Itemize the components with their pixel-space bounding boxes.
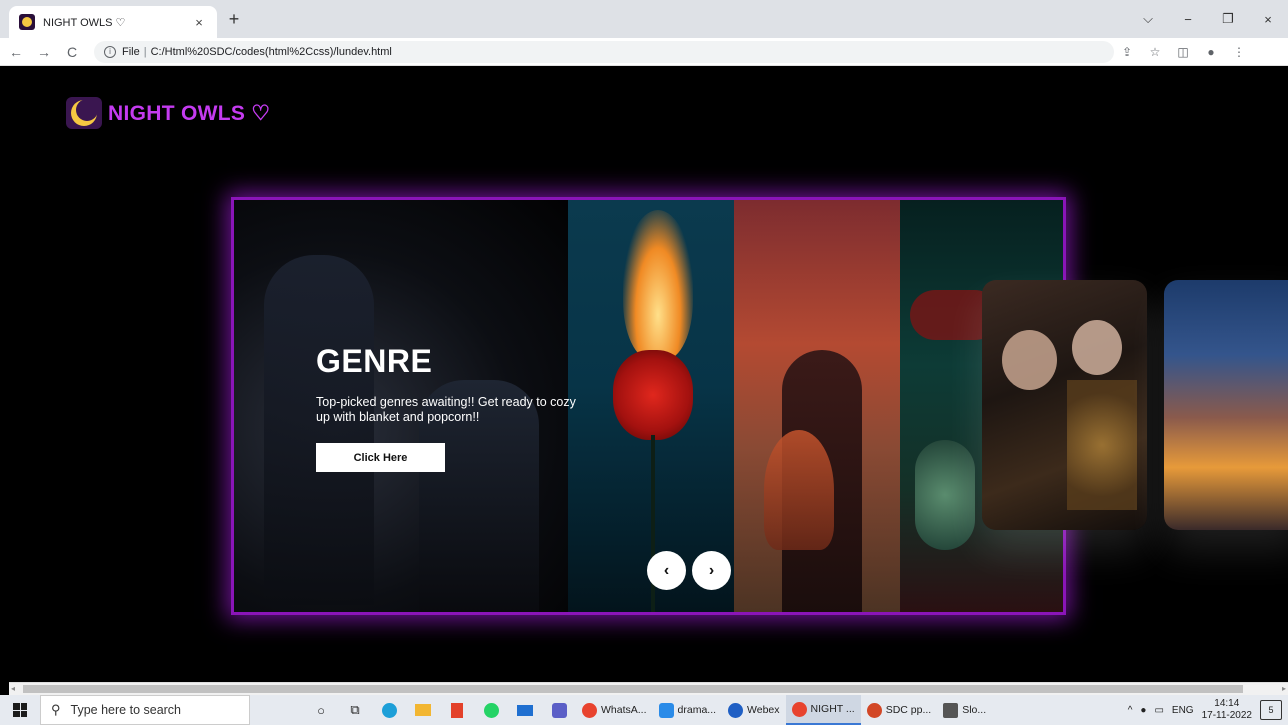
horizontal-scrollbar[interactable]: ◂ ▸ <box>9 682 1288 695</box>
system-tray: ^ ● ▭ ENG 14:14 17-11-2022 5 <box>1128 695 1288 725</box>
file-explorer-icon[interactable] <box>406 695 440 725</box>
microphone-icon[interactable]: ● <box>1140 705 1146 716</box>
favicon-icon <box>19 14 35 30</box>
taskbar-app-webex[interactable]: Webex <box>722 695 786 725</box>
notification-icon[interactable]: 5 <box>1260 700 1282 720</box>
taskbar-apps: ○ ⧉ WhatsA... drama... Webex NIGHT ... S… <box>304 695 992 725</box>
hero-description: Top-picked genres awaiting!! Get ready t… <box>316 395 576 424</box>
url-input[interactable]: i File | C:/Html%20SDC/codes(html%2Ccss)… <box>94 40 1114 63</box>
slide-image-romance <box>734 200 900 612</box>
share-icon[interactable]: ⇪ <box>1118 45 1136 59</box>
back-button[interactable]: ← <box>4 44 28 60</box>
slider-arrows: ‹ › <box>647 551 731 590</box>
taskbar-app-powerpoint[interactable]: SDC pp... <box>861 695 938 725</box>
taskbar-app-vscode[interactable]: drama... <box>653 695 723 725</box>
powerpoint-icon <box>866 702 882 718</box>
clock[interactable]: 14:14 17-11-2022 <box>1202 698 1252 722</box>
task-view-icon[interactable]: ⧉ <box>338 695 372 725</box>
menu-icon[interactable]: ⋮ <box>1230 45 1248 59</box>
site-logo[interactable]: NIGHT OWLS ♡ <box>66 97 270 129</box>
window-controls: ⌵ − ❐ × <box>1128 0 1288 38</box>
url-separator: | <box>143 45 147 58</box>
tray-chevron-icon[interactable]: ^ <box>1128 705 1133 716</box>
reload-button[interactable]: C <box>60 44 84 60</box>
cortana-icon[interactable]: ○ <box>304 695 338 725</box>
owl-moon-icon <box>66 97 102 129</box>
taskbar-app-label: WhatsA... <box>601 704 647 716</box>
language-indicator[interactable]: ENG <box>1172 705 1194 716</box>
windows-logo-icon <box>13 703 27 717</box>
taskbar-app-label: SDC pp... <box>885 704 932 716</box>
clock-time: 14:14 <box>1214 698 1240 709</box>
start-button[interactable] <box>0 695 40 725</box>
webex-icon <box>728 702 744 718</box>
scroll-left-icon[interactable]: ◂ <box>11 684 15 693</box>
sidebar-icon[interactable]: ◫ <box>1174 45 1192 59</box>
tab-title: NIGHT OWLS ♡ <box>43 16 126 29</box>
scroll-right-icon[interactable]: ▸ <box>1282 684 1286 693</box>
scrollbar-thumb[interactable] <box>23 685 1243 693</box>
profile-icon[interactable]: ● <box>1202 45 1220 59</box>
url-text: C:/Html%20SDC/codes(html%2Ccss)/lundev.h… <box>150 45 392 58</box>
teams-icon[interactable] <box>542 695 576 725</box>
chrome-icon <box>582 702 597 718</box>
forward-button[interactable]: → <box>32 44 56 60</box>
prev-arrow-button[interactable]: ‹ <box>647 551 686 590</box>
hero-title: GENRE <box>316 343 433 379</box>
taskbar-app-label: Webex <box>747 704 780 716</box>
taskbar-search-input[interactable]: ⚲ Type here to search <box>40 695 250 725</box>
close-window-button[interactable]: × <box>1248 0 1288 38</box>
chrome-icon <box>791 701 807 717</box>
minimize-button[interactable]: − <box>1168 0 1208 38</box>
tab-search-icon[interactable]: ⌵ <box>1128 0 1168 38</box>
carousel-card-anime[interactable] <box>1164 280 1288 530</box>
whatsapp-pinned-icon[interactable] <box>474 695 508 725</box>
taskbar-app-slides[interactable]: Slo... <box>937 695 992 725</box>
new-tab-button[interactable]: + <box>224 9 244 30</box>
search-icon: ⚲ <box>51 702 61 717</box>
browser-tab[interactable]: NIGHT OWLS ♡ × <box>9 6 217 38</box>
notification-count: 5 <box>1268 705 1274 715</box>
maximize-button[interactable]: ❐ <box>1208 0 1248 38</box>
mail-icon[interactable] <box>508 695 542 725</box>
battery-icon[interactable]: ▭ <box>1154 705 1163 716</box>
bookmark-star-icon[interactable]: ☆ <box>1146 45 1164 59</box>
page-viewport: NIGHT OWLS ♡ GENRE Top-picked genres awa… <box>9 67 1288 682</box>
taskbar-app-label: Slo... <box>962 704 987 716</box>
search-placeholder: Type here to search <box>70 703 182 717</box>
vscode-icon <box>658 702 674 718</box>
clock-date: 17-11-2022 <box>1201 710 1252 721</box>
hero-slider: GENRE Top-picked genres awaiting!! Get r… <box>231 197 1066 615</box>
taskbar-app-label: NIGHT ... <box>810 703 855 715</box>
info-icon[interactable]: i <box>104 45 116 58</box>
next-arrow-button[interactable]: › <box>692 551 731 590</box>
logo-text: NIGHT OWLS ♡ <box>108 101 271 125</box>
click-here-button[interactable]: Click Here <box>316 443 445 472</box>
office-icon[interactable] <box>440 695 474 725</box>
browser-tabbar: NIGHT OWLS ♡ × + ⌵ − ❐ × <box>0 0 1288 38</box>
slides-icon <box>943 702 959 718</box>
taskbar-app-whatsapp[interactable]: WhatsA... <box>576 695 653 725</box>
edge-icon[interactable] <box>372 695 406 725</box>
browser-toolbar-icons: ⇪ ☆ ◫ ● ⋮ <box>1118 45 1248 59</box>
windows-taskbar: ⚲ Type here to search ○ ⧉ WhatsA... dram… <box>0 695 1288 725</box>
url-scheme: File <box>122 45 140 58</box>
taskbar-app-nightowls[interactable]: NIGHT ... <box>785 695 861 725</box>
taskbar-app-label: drama... <box>677 704 717 716</box>
tab-close-icon[interactable]: × <box>191 15 207 30</box>
carousel-card-drama[interactable] <box>982 280 1147 530</box>
address-bar: ← → C i File | C:/Html%20SDC/codes(html%… <box>0 38 1288 66</box>
